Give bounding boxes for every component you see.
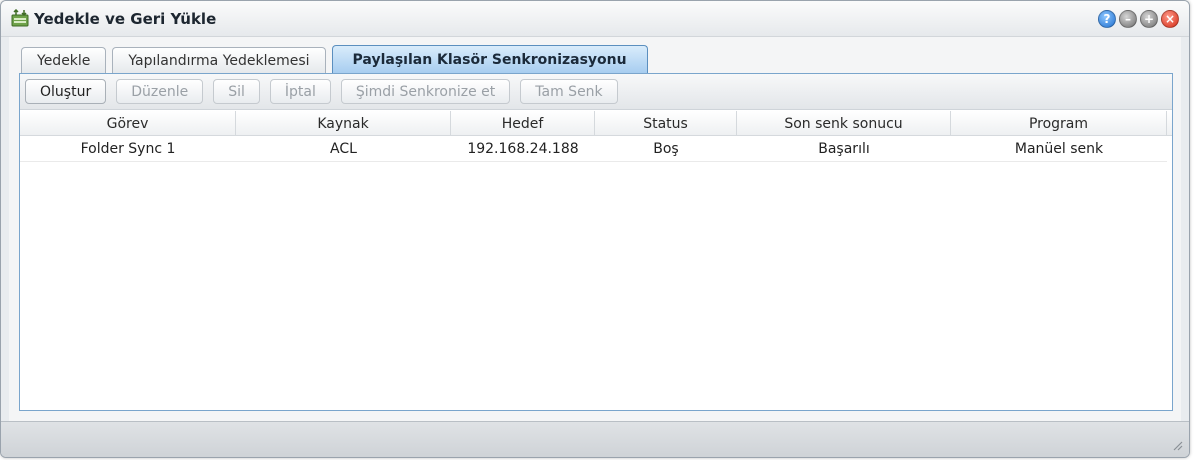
column-header-task[interactable]: Görev: [20, 111, 236, 136]
full-sync-button[interactable]: Tam Senk: [520, 79, 618, 104]
column-header-destination[interactable]: Hedef: [451, 111, 595, 136]
tab-config-backup[interactable]: Yapılandırma Yedeklemesi: [112, 47, 326, 73]
maximize-icon[interactable]: +: [1140, 10, 1158, 28]
sync-panel: Oluştur Düzenle Sil İptal Şimdi Senkroni…: [19, 73, 1173, 411]
cell-source: ACL: [330, 140, 357, 157]
cancel-button[interactable]: İptal: [269, 79, 331, 104]
cell-status: Boş: [653, 140, 679, 157]
tab-shared-folder-sync[interactable]: Paylaşılan Klasör Senkronizasyonu: [331, 45, 648, 73]
window-title: Yedekle ve Geri Yükle: [34, 10, 217, 28]
title-bar[interactable]: Yedekle ve Geri Yükle ? – + ×: [1, 1, 1189, 37]
close-icon[interactable]: ×: [1161, 10, 1179, 28]
help-icon[interactable]: ?: [1098, 10, 1116, 28]
create-button[interactable]: Oluştur: [25, 79, 107, 104]
table-row[interactable]: Folder Sync 1 ACL 192.168.24.188 Boş Baş…: [20, 136, 1167, 162]
window-controls: ? – + ×: [1098, 10, 1179, 28]
table-body: Folder Sync 1 ACL 192.168.24.188 Boş Baş…: [20, 136, 1172, 410]
resize-grip-icon[interactable]: [1171, 439, 1183, 451]
cell-last-sync-result: Başarılı: [818, 140, 870, 157]
tab-bar: Yedekle Yapılandırma Yedeklemesi Paylaşı…: [21, 45, 648, 73]
cell-schedule: Manüel senk: [1014, 140, 1104, 157]
backup-restore-window: Yedekle ve Geri Yükle ? – + × Yedekle Ya…: [0, 0, 1190, 458]
column-header-source[interactable]: Kaynak: [236, 111, 451, 136]
cell-task: Folder Sync 1: [80, 140, 176, 157]
delete-button[interactable]: Sil: [213, 79, 260, 104]
backup-restore-icon: [11, 9, 29, 27]
column-header-last-sync-result[interactable]: Son senk sonucu: [737, 111, 951, 136]
status-bar: [1, 421, 1189, 457]
cell-destination: 192.168.24.188: [467, 140, 579, 157]
sync-now-button[interactable]: Şimdi Senkronize et: [340, 79, 511, 104]
column-header-status[interactable]: Status: [595, 111, 737, 136]
table-header: Görev Kaynak Hedef Status Son senk sonuc…: [20, 111, 1172, 136]
toolbar: Oluştur Düzenle Sil İptal Şimdi Senkroni…: [20, 74, 1172, 110]
column-header-schedule[interactable]: Program: [951, 111, 1167, 136]
edit-button[interactable]: Düzenle: [116, 79, 204, 104]
window-content: Yedekle Yapılandırma Yedeklemesi Paylaşı…: [9, 37, 1181, 421]
tab-backup[interactable]: Yedekle: [21, 47, 107, 73]
minimize-icon[interactable]: –: [1119, 10, 1137, 28]
